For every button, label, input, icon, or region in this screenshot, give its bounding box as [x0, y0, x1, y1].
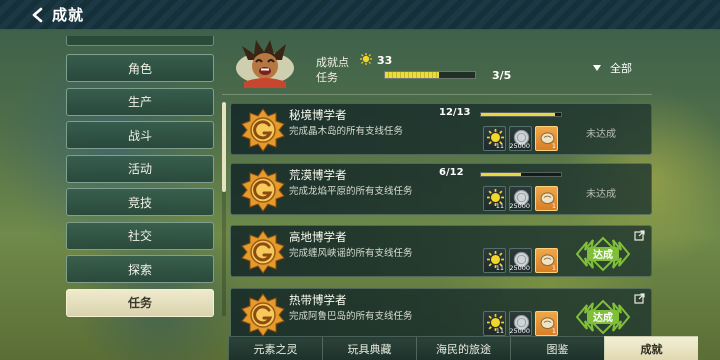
- achievement-points-value: 33: [377, 54, 393, 67]
- reward-item[interactable]: 1: [535, 248, 558, 273]
- reward-silver-coins[interactable]: 25000: [509, 186, 532, 211]
- sidebar-item-arena[interactable]: 竞技: [66, 188, 214, 216]
- reward-item[interactable]: 1: [535, 126, 558, 151]
- achievement-name: 高地博学者: [289, 230, 347, 244]
- scrollbar-thumb[interactable]: [222, 102, 226, 192]
- reward-quantity: 25000: [509, 327, 530, 335]
- tab-toy-collection[interactable]: 玩具典藏: [322, 336, 416, 360]
- reward-silver-coins[interactable]: 25000: [509, 126, 532, 151]
- triangle-down-icon: [593, 65, 601, 71]
- sidebar-item-character[interactable]: 角色: [66, 54, 214, 82]
- achievement-progress-fill: [481, 173, 521, 176]
- achievement-card[interactable]: 热带博学者 完成阿鲁巴岛的所有支线任务 11 25000 1 达成: [230, 288, 652, 340]
- achievement-progress-fill: [481, 113, 555, 116]
- reward-quantity: 1: [551, 202, 556, 210]
- sidebar-item-events[interactable]: 活动: [66, 154, 214, 183]
- achievement-emblem-icon: [241, 230, 285, 274]
- reward-list: 11 25000 1: [483, 248, 558, 273]
- sidebar-item-combat[interactable]: 战斗: [66, 121, 214, 149]
- reward-quantity: 1: [551, 327, 556, 335]
- sidebar-item-social[interactable]: 社交: [66, 221, 214, 250]
- reward-quantity: 25000: [509, 202, 530, 210]
- filter-dropdown[interactable]: 全部: [592, 60, 632, 76]
- filter-label: 全部: [610, 62, 632, 75]
- share-icon[interactable]: [634, 293, 645, 304]
- reward-silver-coins[interactable]: 25000: [509, 311, 532, 336]
- reward-quantity: 1: [551, 142, 556, 150]
- reward-achievement-points[interactable]: 11: [483, 311, 506, 336]
- reward-quantity: 11: [495, 142, 504, 150]
- achievement-name: 秘境博学者: [289, 108, 347, 122]
- tab-achievements[interactable]: 成就: [604, 336, 698, 360]
- sidebar-item-quests[interactable]: 任务: [66, 288, 214, 317]
- reward-achievement-points[interactable]: 11: [483, 186, 506, 211]
- character-avatar: [236, 40, 294, 88]
- achieved-stamp-text: 达成: [593, 311, 613, 324]
- top-bar: 成就: [0, 0, 720, 30]
- achievement-card[interactable]: 荒漠博学者 完成龙焰平原的所有支线任务 6/12 11 25000 1 未达成: [230, 163, 652, 215]
- achievement-description: 完成晶木岛的所有支线任务: [289, 126, 404, 137]
- achievement-card[interactable]: 高地博学者 完成缠风峡谣的所有支线任务 11 25000 1 达成: [230, 225, 652, 277]
- tab-encyclopedia[interactable]: 图鉴: [510, 336, 604, 360]
- task-progress-label: 任务: [316, 71, 338, 84]
- sidebar-scrolled-item: [66, 36, 214, 46]
- reward-achievement-points[interactable]: 11: [483, 248, 506, 273]
- achievement-progress-bar: [480, 172, 562, 177]
- category-sidebar[interactable]: 角色 生产 战斗 活动 竞技 社交 探索 任务: [66, 36, 214, 318]
- achieved-stamp[interactable]: 达成: [573, 299, 633, 335]
- task-progress-count: 3/5: [492, 69, 512, 82]
- reward-list: 11 25000 1: [483, 311, 558, 336]
- sidebar-item-exploration[interactable]: 探索: [66, 255, 214, 283]
- task-progress-fill: [385, 72, 439, 78]
- achievement-progress-bar: [480, 112, 562, 117]
- task-progress-bar: [384, 71, 476, 79]
- achievement-name: 热带博学者: [289, 293, 347, 307]
- achievement-description: 完成缠风峡谣的所有支线任务: [289, 248, 413, 259]
- page-title: 成就: [52, 6, 85, 24]
- reward-quantity: 1: [551, 264, 556, 272]
- tab-sea-folk-journey[interactable]: 海民的旅途: [416, 336, 510, 360]
- achievement-description: 完成阿鲁巴岛的所有支线任务: [289, 311, 413, 322]
- reward-achievement-points[interactable]: 11: [483, 126, 506, 151]
- bottom-tab-bar: 元素之灵 玩具典藏 海民的旅途 图鉴 成就: [228, 336, 698, 360]
- achievement-name: 荒漠博学者: [289, 168, 347, 182]
- achievement-emblem-icon: [241, 108, 285, 152]
- reward-item[interactable]: 1: [535, 186, 558, 211]
- share-icon[interactable]: [634, 230, 645, 241]
- reward-item[interactable]: 1: [535, 311, 558, 336]
- achievement-status: 未达成: [586, 129, 616, 140]
- back-button[interactable]: 成就: [30, 4, 84, 25]
- reward-quantity: 25000: [509, 142, 530, 150]
- reward-list: 11 25000 1: [483, 126, 558, 151]
- reward-list: 11 25000 1: [483, 186, 558, 211]
- reward-quantity: 11: [495, 202, 504, 210]
- back-arrow-icon: [32, 7, 43, 22]
- achievement-status: 未达成: [586, 189, 616, 200]
- achievement-progress-text: 12/13: [439, 107, 471, 118]
- reward-quantity: 11: [495, 264, 504, 272]
- achievement-card[interactable]: 秘境博学者 完成晶木岛的所有支线任务 12/13 11 25000 1 未达成: [230, 103, 652, 155]
- reward-silver-coins[interactable]: 25000: [509, 248, 532, 273]
- achieved-stamp-text: 达成: [593, 248, 613, 261]
- sidebar-item-production[interactable]: 生产: [66, 87, 214, 116]
- achievement-emblem-icon: [241, 293, 285, 337]
- achievement-description: 完成龙焰平原的所有支线任务: [289, 186, 413, 197]
- achievement-emblem-icon: [241, 168, 285, 212]
- reward-quantity: 11: [495, 327, 504, 335]
- header-divider: [222, 94, 652, 95]
- achievement-points-label: 成就点: [316, 56, 349, 69]
- achievement-progress-text: 6/12: [439, 167, 464, 178]
- tab-elemental-spirits[interactable]: 元素之灵: [228, 336, 322, 360]
- reward-quantity: 25000: [509, 264, 530, 272]
- achieved-stamp[interactable]: 达成: [573, 236, 633, 272]
- sun-star-icon: [360, 53, 372, 65]
- list-scrollbar[interactable]: [222, 102, 226, 316]
